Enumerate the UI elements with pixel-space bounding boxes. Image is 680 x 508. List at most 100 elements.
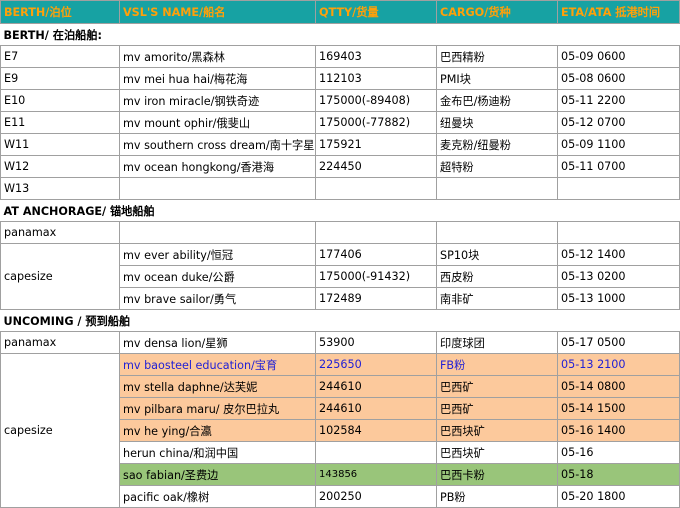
cargo-cell: 纽曼块 (436, 111, 558, 134)
eta-cell: 05-09 1100 (557, 133, 680, 156)
cargo-cell: 巴西矿 (436, 397, 558, 420)
quantity-cell (315, 177, 437, 200)
cargo-cell: 南非矿 (436, 287, 558, 310)
table-row: W12 mv ocean hongkong/香港海 224450 超特粉 05-… (0, 155, 680, 178)
vessel-name-cell: mv baosteel education/宝育 (119, 353, 316, 376)
vessel-name-cell: mv mount ophir/俄斐山 (119, 111, 316, 134)
quantity-cell: 53900 (315, 331, 437, 354)
vessel-name-cell: mv he ying/合瀛 (119, 419, 316, 442)
berth-cell: W13 (0, 177, 120, 200)
section-row-berth: BERTH/ 在泊船舶: (0, 23, 680, 46)
table-row: E7 mv amorito/黑森林 169403 巴西精粉 05-09 0600 (0, 45, 680, 68)
cargo-cell (436, 221, 558, 244)
table-row: E11 mv mount ophir/俄斐山 175000(-77882) 纽曼… (0, 111, 680, 134)
vessel-name-cell: mv mei hua hai/梅花海 (119, 67, 316, 90)
eta-cell: 05-17 0500 (557, 331, 680, 354)
header-cargo: CARGO/货种 (436, 0, 558, 24)
eta-cell (557, 221, 680, 244)
vessel-name-cell: mv iron miracle/钢铁奇迹 (119, 89, 316, 112)
vessel-name-cell (119, 177, 316, 200)
cargo-cell: 金布巴/杨迪粉 (436, 89, 558, 112)
table-row: capesize mv baosteel education/宝育 225650… (0, 353, 680, 508)
cargo-cell: FB粉 (436, 353, 558, 376)
vessel-name-cell: pacific oak/橡树 (119, 485, 316, 508)
quantity-cell (315, 221, 437, 244)
cargo-cell: 巴西卡粉 (436, 463, 558, 486)
quantity-cell: 177406 (315, 243, 437, 266)
quantity-cell: 175921 (315, 133, 437, 156)
vessel-class-cell: panamax (0, 221, 120, 244)
table-row: panamax (0, 221, 680, 244)
section-title-incoming: UNCOMING / 预到船舶 (0, 309, 680, 332)
quantity-cell: 244610 (315, 397, 437, 420)
section-row-incoming: UNCOMING / 预到船舶 (0, 309, 680, 332)
berth-cell: E10 (0, 89, 120, 112)
cargo-cell: 巴西精粉 (436, 45, 558, 68)
berth-cell: E9 (0, 67, 120, 90)
berth-cell: W11 (0, 133, 120, 156)
eta-cell: 05-18 (557, 463, 680, 486)
eta-cell: 05-11 0700 (557, 155, 680, 178)
header-quantity: QTTY/货量 (315, 0, 437, 24)
cargo-cell: 西皮粉 (436, 265, 558, 288)
cargo-cell: 麦克粉/纽曼粉 (436, 133, 558, 156)
vessel-class-cell: capesize (0, 243, 120, 310)
berth-cell: E7 (0, 45, 120, 68)
vessel-name-cell: mv brave sailor/勇气 (119, 287, 316, 310)
eta-cell: 05-16 (557, 441, 680, 464)
cargo-cell: SP10块 (436, 243, 558, 266)
section-title-anchorage: AT ANCHORAGE/ 锚地船舶 (0, 199, 680, 222)
header-vessel-name: VSL'S NAME/船名 (119, 0, 316, 24)
eta-cell: 05-14 1500 (557, 397, 680, 420)
vessel-name-cell: herun china/和润中国 (119, 441, 316, 464)
eta-cell: 05-11 2200 (557, 89, 680, 112)
cargo-cell: 巴西块矿 (436, 441, 558, 464)
section-title-berth: BERTH/ 在泊船舶: (0, 23, 680, 46)
vessel-name-cell: mv ever ability/恒冠 (119, 243, 316, 266)
vessel-name-cell: mv densa lion/星狮 (119, 331, 316, 354)
quantity-cell: 102584 (315, 419, 437, 442)
quantity-cell: 225650 (315, 353, 437, 376)
vessel-name-cell: mv amorito/黑森林 (119, 45, 316, 68)
cargo-cell: 巴西块矿 (436, 419, 558, 442)
vessel-name-cell: mv southern cross dream/南十字星 (119, 133, 316, 156)
quantity-cell: 169403 (315, 45, 437, 68)
table-row: panamax mv densa lion/星狮 53900 印度球团 05-1… (0, 331, 680, 354)
eta-cell: 05-12 0700 (557, 111, 680, 134)
eta-cell (557, 177, 680, 200)
table-row: W13 (0, 177, 680, 200)
berth-cell: W12 (0, 155, 120, 178)
header-berth: BERTH/泊位 (0, 0, 120, 24)
table-row: E9 mv mei hua hai/梅花海 112103 PMI块 05-08 … (0, 67, 680, 90)
eta-cell: 05-16 1400 (557, 419, 680, 442)
vessel-name-cell: mv pilbara maru/ 皮尔巴拉丸 (119, 397, 316, 420)
quantity-cell: 172489 (315, 287, 437, 310)
eta-cell: 05-14 0800 (557, 375, 680, 398)
vessel-name-cell: mv ocean hongkong/香港海 (119, 155, 316, 178)
section-row-anchorage: AT ANCHORAGE/ 锚地船舶 (0, 199, 680, 222)
quantity-cell: 143856 (315, 463, 437, 486)
cargo-cell: PB粉 (436, 485, 558, 508)
eta-cell: 05-12 1400 (557, 243, 680, 266)
table-row: W11 mv southern cross dream/南十字星 175921 … (0, 133, 680, 156)
vessel-schedule-table: BERTH/泊位 VSL'S NAME/船名 QTTY/货量 CARGO/货种 … (0, 0, 680, 508)
quantity-cell: 244610 (315, 375, 437, 398)
cargo-cell: 印度球团 (436, 331, 558, 354)
eta-cell: 05-20 1800 (557, 485, 680, 508)
cargo-cell: 超特粉 (436, 155, 558, 178)
header-eta: ETA/ATA 抵港时间 (557, 0, 680, 24)
vessel-name-cell (119, 221, 316, 244)
eta-cell: 05-13 0200 (557, 265, 680, 288)
quantity-cell: 224450 (315, 155, 437, 178)
eta-cell: 05-13 2100 (557, 353, 680, 376)
header-row: BERTH/泊位 VSL'S NAME/船名 QTTY/货量 CARGO/货种 … (0, 0, 680, 24)
cargo-cell: PMI块 (436, 67, 558, 90)
quantity-cell: 175000(-89408) (315, 89, 437, 112)
table-row: capesize mv ever ability/恒冠 177406 SP10块… (0, 243, 680, 310)
quantity-cell: 112103 (315, 67, 437, 90)
quantity-cell: 175000(-77882) (315, 111, 437, 134)
vessel-name-cell: sao fabian/圣费边 (119, 463, 316, 486)
quantity-cell: 175000(-91432) (315, 265, 437, 288)
quantity-cell (315, 441, 437, 464)
eta-cell: 05-08 0600 (557, 67, 680, 90)
